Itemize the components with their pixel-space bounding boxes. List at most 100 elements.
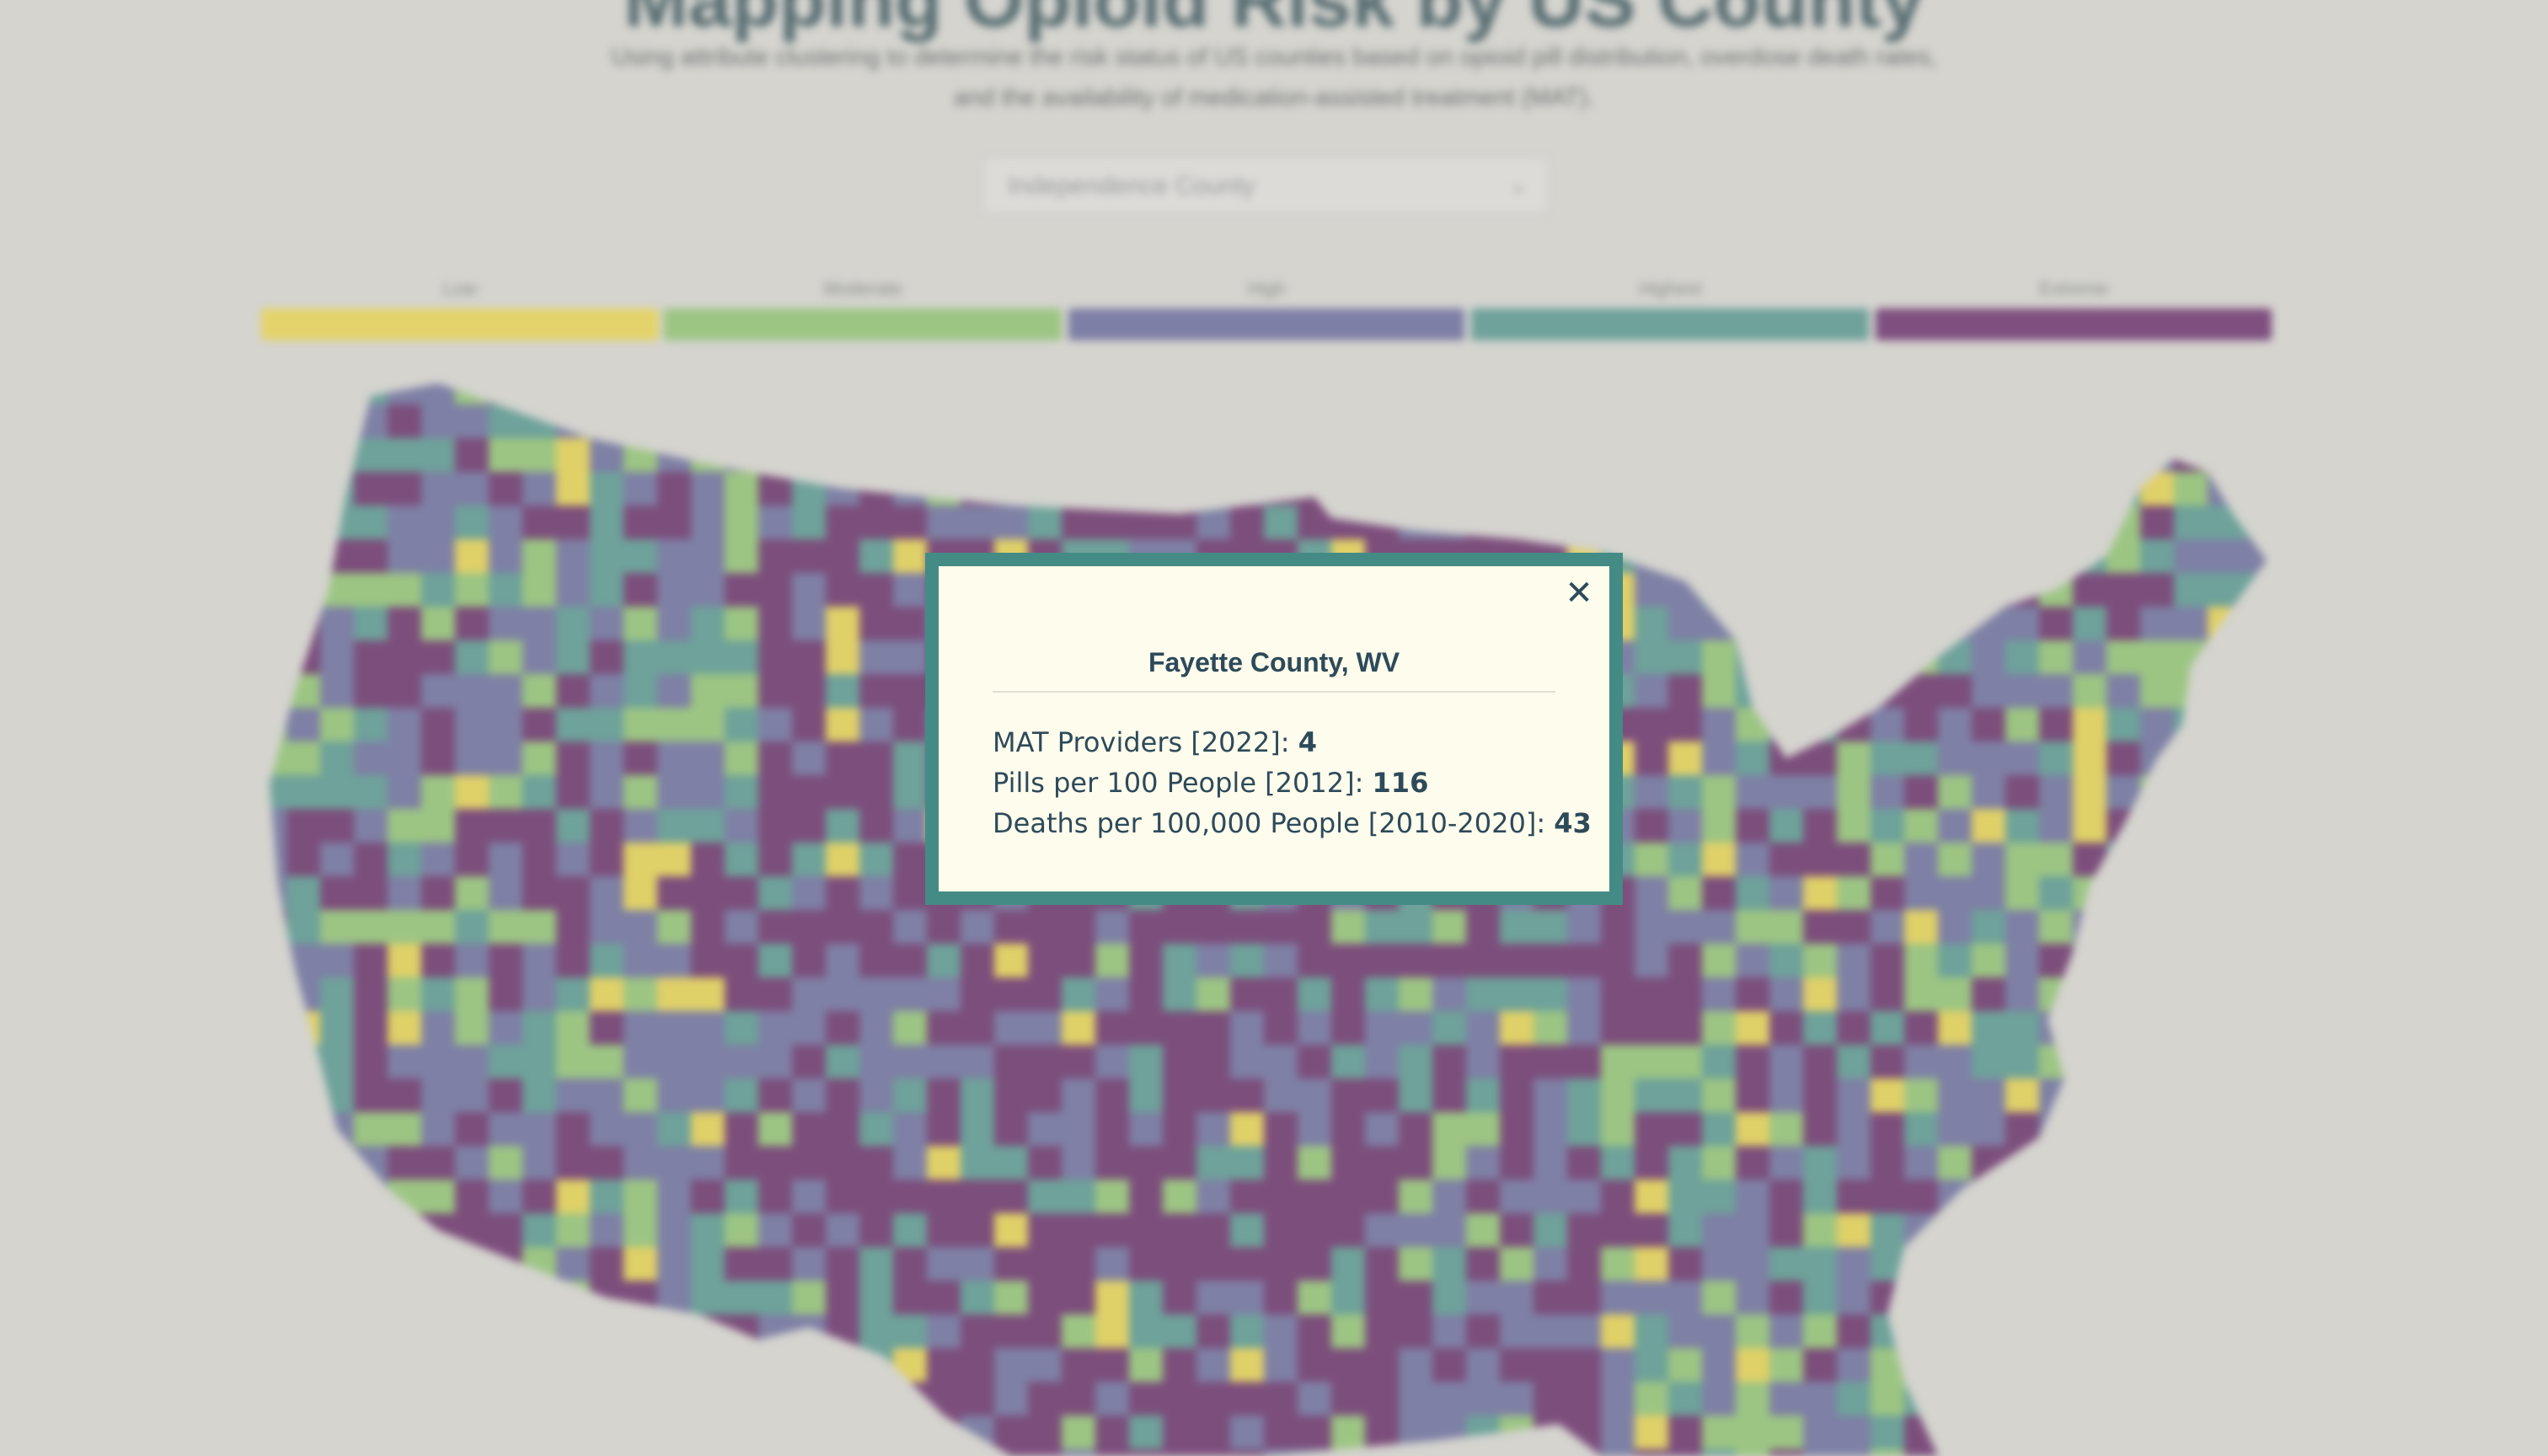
county-cell[interactable]	[691, 539, 725, 573]
county-cell[interactable]	[1635, 1079, 1668, 1112]
county-cell[interactable]	[859, 1079, 893, 1112]
county-cell[interactable]	[961, 1180, 994, 1213]
county-cell[interactable]	[2005, 1247, 2039, 1281]
county-cell[interactable]	[590, 1011, 624, 1045]
county-cell[interactable]	[1163, 1011, 1196, 1045]
county-cell[interactable]	[2208, 1348, 2241, 1382]
county-cell[interactable]	[590, 876, 624, 910]
county-cell[interactable]	[2005, 1180, 2039, 1213]
county-cell[interactable]	[1668, 573, 1702, 607]
county-cell[interactable]	[2275, 1045, 2309, 1079]
county-cell[interactable]	[859, 607, 893, 640]
county-cell[interactable]	[590, 1314, 624, 1348]
county-cell[interactable]	[691, 404, 725, 438]
county-cell[interactable]	[1972, 539, 2005, 573]
county-cell[interactable]	[1938, 1314, 1972, 1348]
county-cell[interactable]	[826, 1180, 859, 1213]
county-cell[interactable]	[286, 607, 320, 640]
county-cell[interactable]	[1938, 1112, 1972, 1146]
county-cell[interactable]	[522, 843, 556, 876]
county-cell[interactable]	[1938, 1213, 1972, 1247]
county-cell[interactable]	[388, 1146, 421, 1180]
county-cell[interactable]	[1635, 1382, 1668, 1416]
county-cell[interactable]	[1871, 1449, 1904, 1456]
county-cell[interactable]	[286, 472, 320, 506]
county-cell[interactable]	[2140, 438, 2174, 472]
county-cell[interactable]	[826, 944, 859, 977]
county-cell[interactable]	[1938, 1045, 1972, 1079]
county-cell[interactable]	[758, 944, 792, 977]
county-cell[interactable]	[1837, 607, 1871, 640]
county-cell[interactable]	[1567, 910, 1601, 944]
county-cell[interactable]	[826, 977, 859, 1011]
county-cell[interactable]	[1298, 371, 1331, 404]
county-cell[interactable]	[2106, 607, 2140, 640]
county-cell[interactable]	[354, 1180, 388, 1213]
county-cell[interactable]	[1736, 708, 1769, 741]
county-cell[interactable]	[1904, 843, 1938, 876]
county-cell[interactable]	[792, 607, 826, 640]
county-cell[interactable]	[1095, 1449, 1129, 1456]
county-cell[interactable]	[2208, 1382, 2241, 1416]
county-cell[interactable]	[1938, 775, 1972, 809]
county-cell[interactable]	[927, 1079, 961, 1112]
county-cell[interactable]	[388, 944, 421, 977]
county-cell[interactable]	[1938, 472, 1972, 506]
county-cell[interactable]	[1769, 977, 1803, 1011]
county-cell[interactable]	[1702, 472, 1736, 506]
county-cell[interactable]	[1534, 1079, 1567, 1112]
county-cell[interactable]	[1904, 1079, 1938, 1112]
county-cell[interactable]	[2174, 1213, 2208, 1247]
county-cell[interactable]	[1904, 1281, 1938, 1314]
county-cell[interactable]	[927, 1180, 961, 1213]
county-cell[interactable]	[1871, 944, 1904, 977]
county-cell[interactable]	[893, 775, 927, 809]
county-cell[interactable]	[624, 640, 657, 674]
county-cell[interactable]	[1938, 1011, 1972, 1045]
county-cell[interactable]	[893, 607, 927, 640]
county-cell[interactable]	[421, 843, 455, 876]
county-cell[interactable]	[2140, 809, 2174, 843]
county-cell[interactable]	[2174, 1112, 2208, 1146]
county-cell[interactable]	[354, 1281, 388, 1314]
county-cell[interactable]	[2275, 573, 2309, 607]
county-cell[interactable]	[1129, 1449, 1163, 1456]
county-cell[interactable]	[1635, 404, 1668, 438]
county-cell[interactable]	[1567, 1146, 1601, 1180]
county-cell[interactable]	[961, 1213, 994, 1247]
county-cell[interactable]	[725, 775, 758, 809]
county-cell[interactable]	[253, 1449, 286, 1456]
county-cell[interactable]	[421, 674, 455, 708]
county-cell[interactable]	[2005, 977, 2039, 1011]
county-cell[interactable]	[1803, 1213, 1837, 1247]
county-cell[interactable]	[1432, 977, 1466, 1011]
county-cell[interactable]	[1972, 404, 2005, 438]
county-cell[interactable]	[1062, 1045, 1095, 1079]
county-cell[interactable]	[1028, 977, 1062, 1011]
county-cell[interactable]	[2005, 944, 2039, 977]
county-cell[interactable]	[961, 506, 994, 539]
county-cell[interactable]	[522, 809, 556, 843]
county-cell[interactable]	[1095, 438, 1129, 472]
county-cell[interactable]	[826, 404, 859, 438]
county-cell[interactable]	[1736, 1449, 1769, 1456]
county-cell[interactable]	[556, 472, 590, 506]
county-cell[interactable]	[2106, 775, 2140, 809]
county-cell[interactable]	[2208, 1011, 2241, 1045]
county-cell[interactable]	[455, 977, 489, 1011]
county-cell[interactable]	[2005, 438, 2039, 472]
county-cell[interactable]	[1702, 640, 1736, 674]
county-cell[interactable]	[1871, 1416, 1904, 1449]
county-cell[interactable]	[2140, 1079, 2174, 1112]
county-cell[interactable]	[590, 1247, 624, 1281]
county-cell[interactable]	[1466, 910, 1500, 944]
county-cell[interactable]	[691, 708, 725, 741]
county-cell[interactable]	[421, 1079, 455, 1112]
county-cell[interactable]	[1871, 910, 1904, 944]
county-cell[interactable]	[1769, 876, 1803, 910]
county-cell[interactable]	[1062, 1314, 1095, 1348]
county-cell[interactable]	[2241, 1314, 2275, 1348]
county-cell[interactable]	[2208, 1112, 2241, 1146]
county-cell[interactable]	[826, 573, 859, 607]
county-cell[interactable]	[421, 371, 455, 404]
